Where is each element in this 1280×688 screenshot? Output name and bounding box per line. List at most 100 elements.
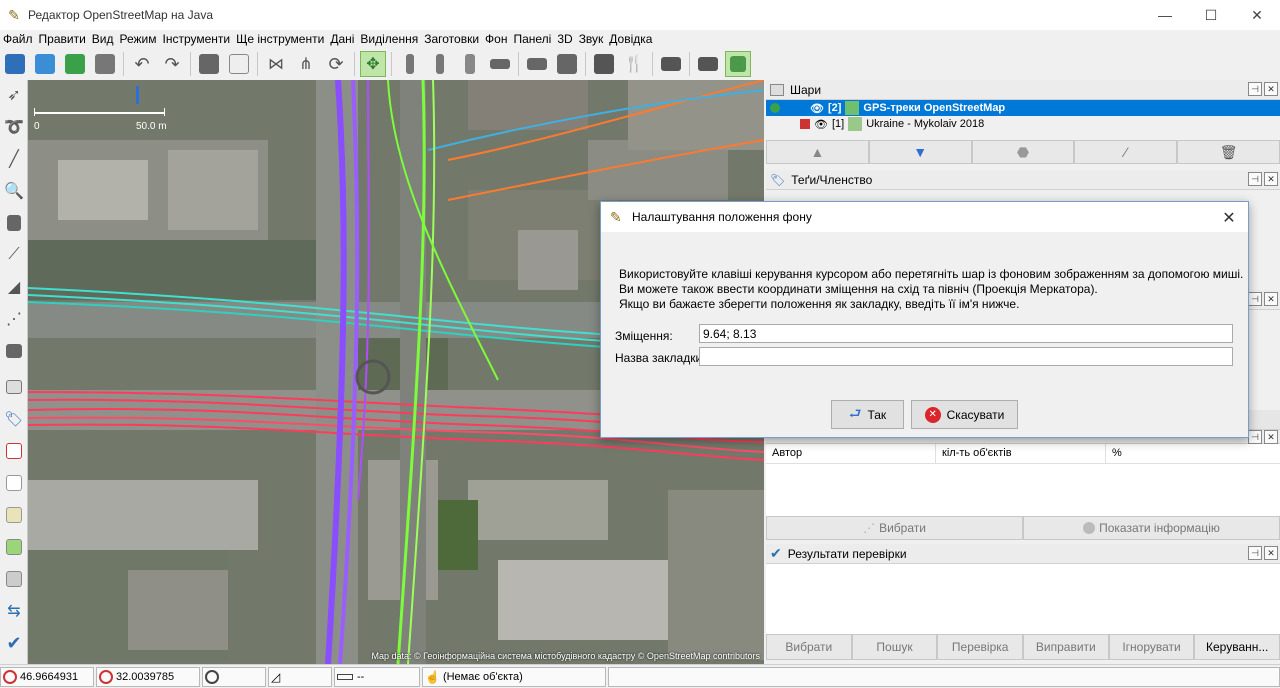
tags-panel-header[interactable]: 🏷 Теґи/Членство ⊣ ✕ — [766, 170, 1280, 190]
validation-check-button[interactable]: Перевірка — [937, 634, 1024, 660]
menu-tools[interactable]: Інструменти — [159, 30, 233, 48]
entrance-icon[interactable] — [457, 51, 483, 77]
close-icon[interactable]: ✕ — [1264, 82, 1278, 96]
selection-list-icon[interactable] — [1, 470, 27, 496]
relations-toggle-icon[interactable] — [1, 438, 27, 464]
bookmark-input[interactable] — [699, 347, 1233, 366]
layers-toggle-icon[interactable] — [1, 374, 27, 400]
combine-way-icon[interactable]: ⋈ — [263, 51, 289, 77]
preferences-icon[interactable] — [196, 51, 222, 77]
open-icon[interactable] — [2, 51, 28, 77]
wall-icon[interactable] — [487, 51, 513, 77]
dialog-title-bar[interactable]: ✎ Налаштування положення фону ✕ — [601, 202, 1248, 232]
car-icon[interactable] — [524, 51, 550, 77]
restaurant-icon[interactable]: 🍴 — [621, 51, 647, 77]
save-icon[interactable] — [92, 51, 118, 77]
close-icon[interactable]: ✕ — [1264, 430, 1278, 444]
select-icon[interactable]: ➶ — [1, 82, 27, 108]
select-button[interactable]: ⋰ Вибрати — [766, 516, 1023, 540]
active-check-icon[interactable] — [770, 103, 780, 113]
menu-mode[interactable]: Режим — [116, 30, 159, 48]
close-button[interactable]: ✕ — [1234, 0, 1280, 30]
pin-icon[interactable]: ⊣ — [1248, 82, 1262, 96]
upload-icon[interactable] — [32, 51, 58, 77]
tags-toggle-icon[interactable]: 🏷 — [1, 406, 27, 432]
layer-row-imagery[interactable]: 👁 [1] Ukraine - Mykolaiv 2018 — [766, 116, 1280, 132]
pin-icon[interactable]: ⊣ — [1248, 430, 1262, 444]
cancel-button[interactable]: ✕ Скасувати — [911, 400, 1018, 429]
pin-icon[interactable]: ⊣ — [1248, 546, 1262, 560]
move-down-icon[interactable]: ▼ — [868, 140, 972, 164]
validation-panel-header[interactable]: ✔ Результати перевірки ⊣ ✕ — [766, 544, 1280, 564]
menu-help[interactable]: Довідка — [606, 30, 655, 48]
pin-icon[interactable]: ⊣ — [1248, 292, 1262, 306]
menu-data[interactable]: Дані — [327, 30, 357, 48]
parking-icon[interactable] — [591, 51, 617, 77]
ruler-icon — [337, 673, 353, 680]
refresh-icon[interactable]: ⟳ — [323, 51, 349, 77]
close-icon[interactable]: ✕ — [1264, 292, 1278, 306]
visible-eye-icon[interactable]: 👁 — [814, 118, 828, 131]
split-way-icon[interactable]: ⋔ — [293, 51, 319, 77]
pin-icon[interactable]: ⊣ — [1248, 172, 1262, 186]
menu-3d[interactable]: 3D — [554, 30, 575, 48]
paste-tags-icon[interactable] — [226, 51, 252, 77]
properties-icon[interactable]: ⁄ — [1074, 140, 1178, 164]
validation-select-button[interactable]: Вибрати — [766, 634, 852, 660]
validator-icon[interactable] — [725, 51, 751, 77]
menu-view[interactable]: Вид — [89, 30, 117, 48]
filter-icon[interactable] — [1, 534, 27, 560]
building-icon[interactable] — [397, 51, 423, 77]
menu-more-tools[interactable]: Ще інструменти — [233, 30, 327, 48]
menu-selection[interactable]: Виділення — [357, 30, 421, 48]
minimize-button[interactable]: — — [1142, 0, 1188, 30]
validation-toggle-icon[interactable]: ✔ — [1, 630, 27, 656]
menu-file[interactable]: Файл — [0, 30, 36, 48]
factory-icon[interactable] — [695, 51, 721, 77]
redo-icon[interactable]: ↷ — [159, 51, 185, 77]
imagery-offset-icon[interactable]: ✥ — [360, 51, 386, 77]
validation-search-button[interactable]: Пошук — [851, 634, 938, 660]
history-icon[interactable] — [1, 502, 27, 528]
ok-button[interactable]: ⮐ Так — [831, 400, 904, 429]
validation-ignore-button[interactable]: Ігнорувати — [1108, 634, 1195, 660]
offset-input[interactable] — [699, 324, 1233, 343]
delete-layer-icon[interactable]: 🗑 — [1177, 140, 1280, 164]
menu-imagery[interactable]: Фон — [482, 30, 510, 48]
dialog-close-icon[interactable]: ✕ — [1220, 208, 1238, 228]
maximize-button[interactable]: ☐ — [1188, 0, 1234, 30]
dialog-title: Налаштування положення фону — [632, 210, 812, 224]
validation-manage-button[interactable]: Керуванн... — [1194, 634, 1280, 660]
layer-row-gps[interactable]: 👁 [2] GPS-треки OpenStreetMap — [766, 100, 1280, 116]
conflict-icon[interactable] — [1, 566, 27, 592]
door-icon[interactable] — [427, 51, 453, 77]
undo-icon[interactable]: ↶ — [129, 51, 155, 77]
lasso-icon[interactable]: ➰ — [1, 114, 27, 140]
improve-way-icon[interactable]: ⟋ — [1, 242, 27, 268]
validation-fix-button[interactable]: Виправити — [1023, 634, 1109, 660]
visible-eye-icon[interactable]: 👁 — [810, 102, 824, 115]
move-up-icon[interactable]: ▲ — [766, 140, 869, 164]
layers-panel-header[interactable]: Шари ⊣ ✕ — [766, 80, 1280, 100]
merge-icon[interactable]: ⬣ — [971, 140, 1075, 164]
castle-icon[interactable] — [658, 51, 684, 77]
bus-stop-icon[interactable] — [554, 51, 580, 77]
menu-edit[interactable]: Правити — [36, 30, 89, 48]
menu-audio[interactable]: Звук — [576, 30, 607, 48]
close-icon[interactable]: ✕ — [1264, 172, 1278, 186]
menu-windows[interactable]: Панелі — [510, 30, 554, 48]
notes-icon[interactable]: ⇆ — [1, 598, 27, 624]
menu-presets[interactable]: Заготовки — [421, 30, 482, 48]
delete-icon[interactable] — [1, 210, 27, 236]
draw-icon[interactable]: ╱ — [1, 146, 27, 172]
column-percent[interactable]: % — [1106, 444, 1280, 463]
zoom-icon[interactable]: 🔍 — [1, 178, 27, 204]
column-count[interactable]: кіл-ть об'єктів — [936, 444, 1106, 463]
download-icon[interactable] — [62, 51, 88, 77]
building-tool-icon[interactable] — [1, 338, 27, 364]
extrude-icon[interactable]: ⋰ — [1, 306, 27, 332]
column-author[interactable]: Автор — [766, 444, 936, 463]
parallel-icon[interactable]: ◢ — [1, 274, 27, 300]
close-icon[interactable]: ✕ — [1264, 546, 1278, 560]
show-info-button[interactable]: Показати інформацію — [1023, 516, 1280, 540]
